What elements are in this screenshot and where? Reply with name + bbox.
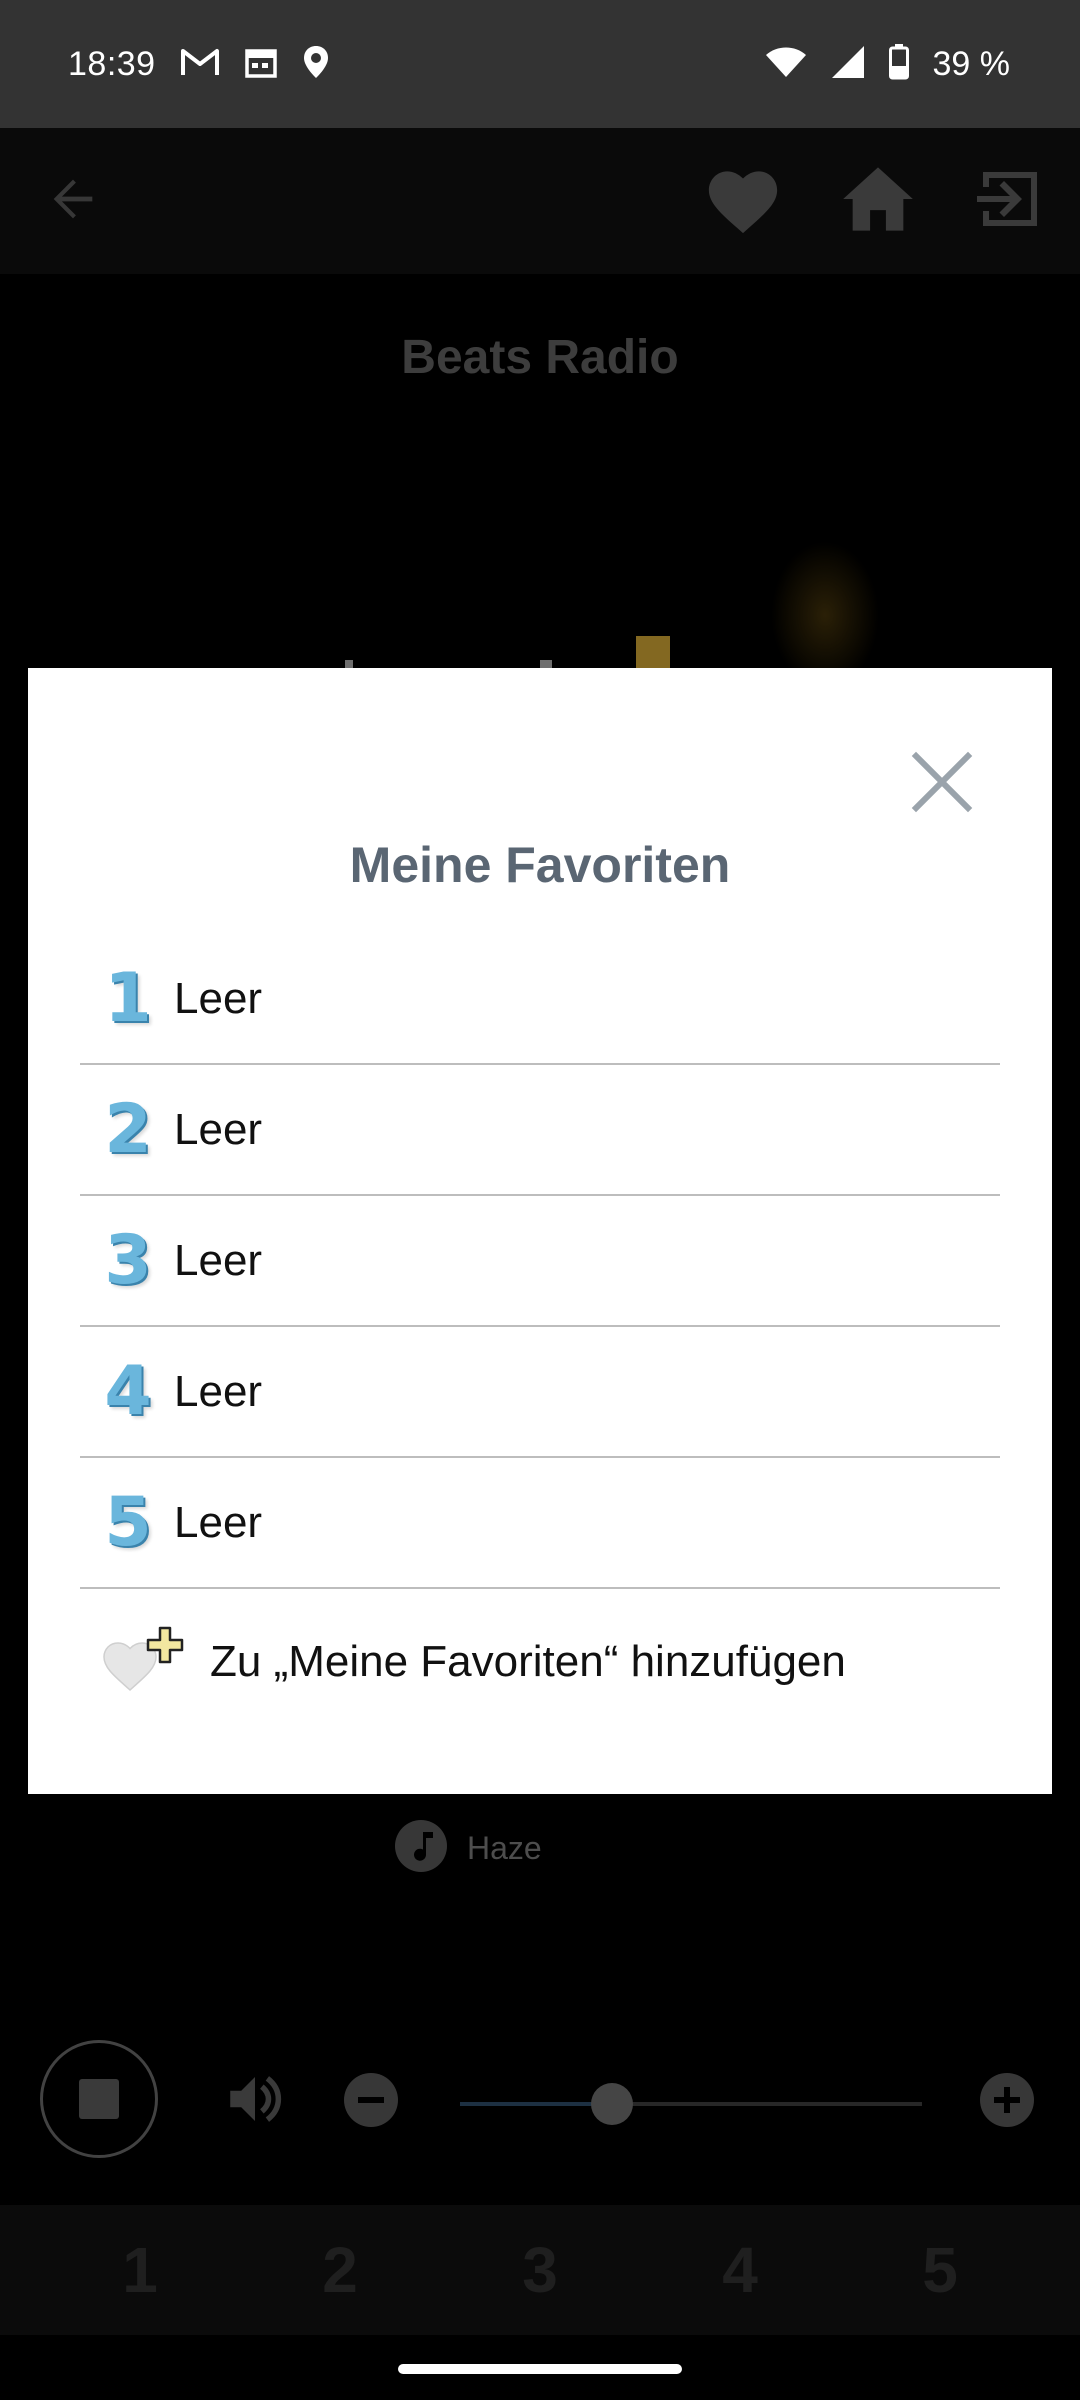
status-time: 18:39 [68, 44, 156, 83]
add-to-favorites-button[interactable]: Zu „Meine Favoriten“ hinzufügen [100, 1624, 846, 1699]
favorite-label: Leer [174, 1235, 263, 1285]
favorites-list: 1 Leer 2 Leer 3 Leer 4 Leer 5 Leer [80, 934, 1000, 1589]
favorites-dialog: Meine Favoriten 1 Leer 2 Leer 3 Leer 4 L… [28, 668, 1052, 1794]
calendar-icon [244, 45, 278, 84]
heart-plus-icon [100, 1624, 192, 1699]
favorite-label: Leer [174, 1104, 263, 1154]
home-indicator[interactable] [398, 2364, 682, 2374]
wifi-icon [765, 46, 807, 83]
location-icon [302, 44, 330, 85]
status-bar: 18:39 39 % [0, 0, 1080, 128]
favorite-label: Leer [174, 973, 263, 1023]
add-to-favorites-label: Zu „Meine Favoriten“ hinzufügen [210, 1636, 846, 1686]
close-icon[interactable] [910, 750, 974, 814]
dialog-title: Meine Favoriten [349, 837, 731, 893]
favorite-slot-1[interactable]: 1 Leer [80, 934, 1000, 1065]
favorite-slot-4[interactable]: 4 Leer [80, 1327, 1000, 1458]
favorite-slot-3[interactable]: 3 Leer [80, 1196, 1000, 1327]
favorite-number: 5 [104, 1483, 152, 1562]
favorite-slot-2[interactable]: 2 Leer [80, 1065, 1000, 1196]
battery-icon [888, 43, 909, 85]
favorite-number: 2 [104, 1090, 152, 1169]
favorite-slot-5[interactable]: 5 Leer [80, 1458, 1000, 1589]
gmail-icon [180, 47, 220, 82]
favorite-number: 4 [104, 1352, 152, 1431]
favorite-number: 3 [104, 1221, 152, 1300]
battery-percentage: 39 % [932, 44, 1011, 83]
favorite-label: Leer [174, 1366, 263, 1416]
favorite-number: 1 [104, 959, 152, 1038]
favorite-label: Leer [174, 1497, 263, 1547]
signal-icon [831, 45, 865, 84]
